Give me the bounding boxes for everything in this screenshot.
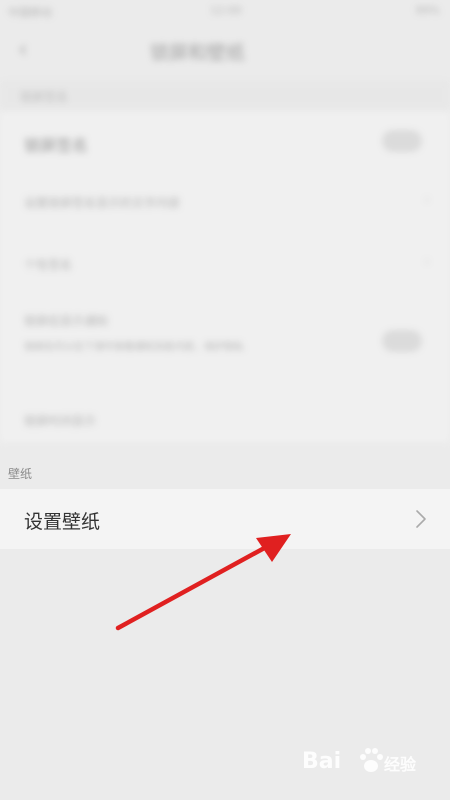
toggle-switch[interactable] [382, 130, 422, 152]
row-label: 锁屏后显示通知 [24, 314, 109, 328]
section-heading: 锁屏签名 [20, 90, 69, 104]
chevron-right-icon: › [424, 254, 430, 270]
battery-label: 99% [415, 4, 440, 17]
watermark-text-right: 经验 [384, 755, 417, 774]
chevron-right-icon: › [424, 192, 430, 208]
back-arrow-icon[interactable]: ‹ [18, 37, 40, 61]
time-label: 12:00 [210, 4, 242, 17]
page-title: 锁屏和壁纸 [150, 42, 246, 64]
set-wallpaper-row[interactable]: 设置壁纸 [0, 489, 450, 549]
status-bar: 中国移动 12:00 99% [0, 0, 450, 22]
settings-card: 锁屏签名 设置锁屏签名显示的文字内容 › 个性签名 › 锁屏后显示通知 锁屏后可… [0, 112, 450, 442]
row-label: 锁屏签名 [24, 136, 89, 155]
row-label: 锁屏时间显示 [24, 414, 97, 428]
row-label: 设置锁屏签名显示的文字内容 [24, 196, 181, 210]
row-label: 个性签名 [24, 258, 73, 272]
title-bar: ‹ 锁屏和壁纸 [0, 22, 450, 80]
row-sublabel: 锁屏后可以在下滑中查看通知消息内容，保护隐私 [24, 342, 244, 353]
blurred-area: 中国移动 12:00 99% ‹ 锁屏和壁纸 锁屏签名 锁屏签名 设置锁屏签名显… [0, 0, 450, 470]
set-wallpaper-label: 设置壁纸 [24, 511, 101, 533]
chevron-right-icon [416, 510, 426, 528]
toggle-switch[interactable] [382, 330, 422, 352]
carrier-label: 中国移动 [8, 6, 52, 19]
wallpaper-section-heading: 壁纸 [8, 467, 33, 481]
paw-icon [360, 748, 383, 772]
settings-screen: 中国移动 12:00 99% ‹ 锁屏和壁纸 锁屏签名 锁屏签名 设置锁屏签名显… [0, 0, 450, 800]
baidu-watermark: Bai 经验 [302, 745, 432, 781]
watermark-text-left: Bai [302, 749, 342, 774]
